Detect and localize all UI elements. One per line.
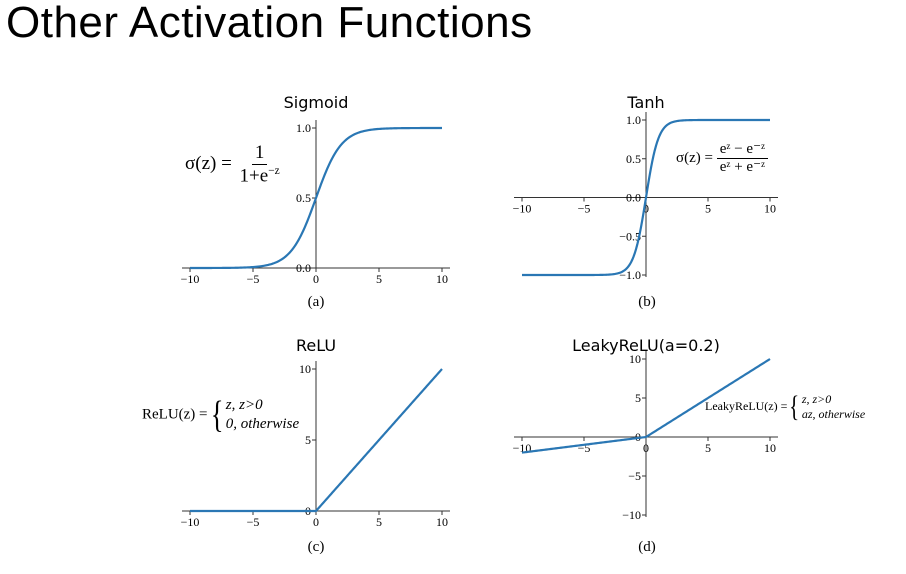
sigmoid-x-tick-label: −10 — [181, 272, 200, 286]
leaky-relu-x-tick-label: −5 — [578, 441, 591, 455]
relu-x-tick-label: 0 — [313, 515, 319, 529]
leaky-relu-caption: (d) — [638, 539, 656, 555]
relu-brace-icon: { — [210, 394, 224, 436]
leaky-relu-panel: LeakyReLU(a=0.2) −10 −5 0 5 10 −10 −5 0 5 10 (d) — [500, 335, 800, 560]
tanh-formula: σ(z) = eᶻ − e⁻ᶻ eᶻ + e⁻ᶻ — [676, 141, 769, 177]
tanh-y-tick-label: 0.5 — [626, 152, 641, 166]
leaky-relu-y-tick-label: −5 — [628, 469, 641, 483]
sigmoid-chart: Sigmoid −10 −5 0 5 10 0.0 0.5 1.0 (a) — [181, 93, 450, 310]
sigmoid-x-tick-label: 5 — [376, 272, 382, 286]
relu-caption: (c) — [308, 539, 325, 555]
relu-x-tick-label: −10 — [181, 515, 200, 529]
tanh-x-tick-label: 10 — [764, 202, 776, 216]
sigmoid-den-sup: −z — [268, 164, 280, 177]
sigmoid-y-tick-label: 0.0 — [296, 261, 311, 275]
sigmoid-x-tick-label: −5 — [247, 272, 260, 286]
leaky-relu-y-tick-label: −10 — [622, 508, 641, 522]
relu-case-2: 0, otherwise — [225, 416, 300, 432]
relu-y-tick-label: 10 — [299, 362, 311, 376]
relu-formula: ReLU(z) ={ z, z>0 0, otherwise — [142, 396, 299, 434]
tanh-y-tick-label: −1.0 — [619, 268, 641, 282]
leaky-relu-x-tick-label: 10 — [764, 441, 776, 455]
sigmoid-formula-denominator: 1+e−z — [237, 165, 283, 187]
sigmoid-caption: (a) — [308, 294, 325, 310]
sigmoid-formula-lhs: σ(z) = — [185, 152, 232, 174]
tanh-formula-numerator: eᶻ − e⁻ᶻ — [716, 141, 769, 160]
relu-x-tick-label: 10 — [436, 515, 448, 529]
tanh-chart: Tanh−10 −5 0 5 10−1.0−0.50.00.51.0(b) — [513, 93, 778, 310]
leaky-relu-formula-cases: z, z>0 az, otherwise — [802, 392, 865, 422]
tanh-formula-denominator: eᶻ + e⁻ᶻ — [719, 159, 766, 176]
relu-case-1: z, z>0 — [225, 397, 263, 414]
tanh-y-tick-label: 1.0 — [626, 113, 641, 127]
leaky-relu-x-tick-label: 5 — [705, 441, 711, 455]
leaky-relu-brace-icon: { — [789, 390, 800, 423]
sigmoid-den-base: 1+e — [239, 165, 269, 187]
sigmoid-y-tick-label: 1.0 — [296, 121, 311, 135]
relu-formula-cases: z, z>0 0, otherwise — [226, 396, 299, 434]
sigmoid-panel: Sigmoid −10 −5 0 5 10 0.0 0.5 1.0 (a) — [150, 92, 460, 317]
leaky-relu-y-tick-label: 10 — [629, 352, 641, 366]
sigmoid-y-tick-label: 0.5 — [296, 191, 311, 205]
leaky-relu-case-1: z, z>0 — [801, 392, 832, 406]
tanh-formula-lhs: σ(z) = — [676, 150, 713, 167]
relu-panel: ReLU −10 −5 0 5 10 0 5 10 (c) — [150, 335, 460, 560]
sigmoid-formula: σ(z) = 1 1+e−z — [185, 142, 283, 187]
leaky-relu-y-tick-label: 5 — [635, 391, 641, 405]
sigmoid-formula-fraction: 1 1+e−z — [237, 142, 283, 187]
sigmoid-formula-numerator: 1 — [251, 142, 268, 165]
relu-formula-lhs: ReLU(z) = — [142, 406, 208, 423]
leaky-relu-formula: LeakyReLU(z) ={ z, z>0 az, otherwise — [705, 392, 865, 422]
slide-title: Other Activation Functions — [6, 0, 533, 47]
tanh-panel: Tanh −10 −5 0 5 10 −1.0 −0.5 0.0 0.5 1.0 (b) — [500, 92, 800, 317]
tanh-x-tick-label: −5 — [578, 202, 591, 216]
sigmoid-title: Sigmoid — [284, 93, 349, 112]
tanh-title: Tanh — [626, 93, 664, 112]
relu-x-tick-label: 5 — [376, 515, 382, 529]
relu-title: ReLU — [296, 336, 336, 355]
sigmoid-x-tick-label: 10 — [436, 272, 448, 286]
leaky-relu-x-tick-label: 0 — [643, 441, 649, 455]
relu-y-tick-label: 5 — [305, 433, 311, 447]
tanh-y-tick-label: 0.0 — [626, 191, 641, 205]
sigmoid-x-tick-label: 0 — [313, 272, 319, 286]
leaky-relu-x-tick-label: −10 — [513, 441, 532, 455]
tanh-caption: (b) — [638, 294, 656, 310]
relu-x-tick-label: −5 — [247, 515, 260, 529]
leaky-relu-chart: LeakyReLU(a=0.2)−10 −5 0 5 10−10−50510(d) — [513, 336, 778, 555]
tanh-formula-fraction: eᶻ − e⁻ᶻ eᶻ + e⁻ᶻ — [716, 141, 769, 177]
tanh-x-tick-label: −10 — [513, 202, 532, 216]
tanh-x-tick-label: 5 — [705, 202, 711, 216]
leaky-relu-formula-lhs: LeakyReLU(z) = — [705, 398, 788, 413]
leaky-relu-case-2: az, otherwise — [801, 407, 866, 421]
relu-chart: ReLU−10 −5 0 5 100510(c) — [181, 336, 450, 555]
